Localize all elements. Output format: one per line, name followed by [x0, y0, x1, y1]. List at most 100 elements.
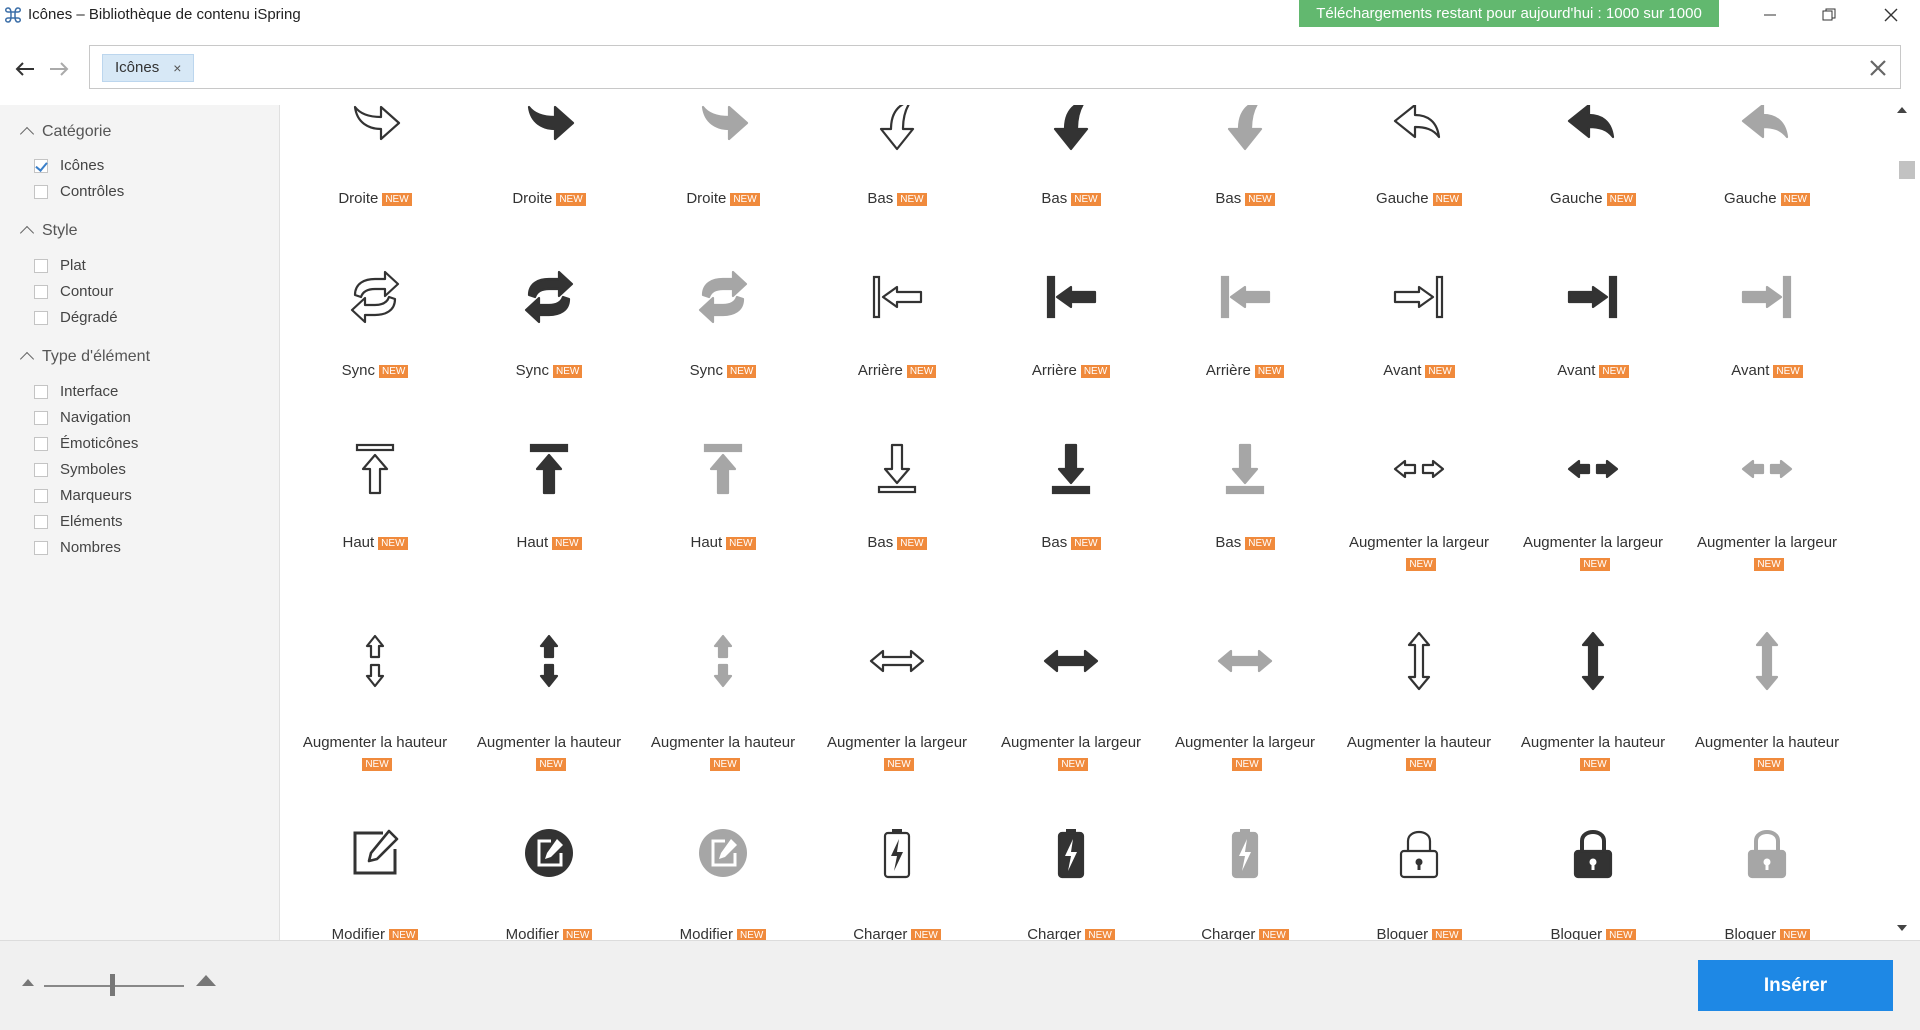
- icon-tile-sync[interactable]: Sync NEW: [462, 265, 636, 381]
- icon-tile-name: Augmenter la largeur: [1174, 734, 1316, 751]
- icon-tile-arrow-to-bar-left[interactable]: Arrière NEW: [810, 265, 984, 381]
- filter-checkbox-interface[interactable]: Interface: [34, 383, 118, 400]
- icon-tile-arrow-to-bar-right[interactable]: Avant NEW: [1506, 265, 1680, 381]
- icon-tile-battery-charge[interactable]: Charger NEW: [810, 821, 984, 940]
- icon-tile-curved-arrow-left[interactable]: Gauche NEW: [1680, 105, 1854, 209]
- filter-checkbox-controles[interactable]: Contrôles: [34, 183, 124, 200]
- restore-icon: [1822, 8, 1836, 21]
- zoom-in-icon[interactable]: [196, 975, 216, 986]
- icon-tile-double-arrow-horizontal[interactable]: Augmenter la largeur NEW: [810, 629, 984, 774]
- double-arrow-horizontal-icon: [869, 649, 925, 673]
- category-section-title: Catégorie: [42, 123, 112, 140]
- close-button[interactable]: [1862, 0, 1920, 30]
- icon-tile-arrow-to-bar-left[interactable]: Arrière NEW: [984, 265, 1158, 381]
- scroll-up-icon[interactable]: [1897, 107, 1907, 113]
- icon-tile-curved-arrow-down[interactable]: Bas NEW: [1158, 105, 1332, 209]
- scroll-down-icon[interactable]: [1897, 925, 1907, 931]
- icon-tile-arrow-up-bar[interactable]: Haut NEW: [462, 437, 636, 553]
- icon-tile-split-arrows-vertical[interactable]: Augmenter la hauteur NEW: [288, 629, 462, 774]
- filter-checkbox-elements[interactable]: Eléments: [34, 513, 123, 530]
- arrow-to-bar-right-icon: [1567, 275, 1618, 319]
- icon-tile-curved-arrow-down[interactable]: Bas NEW: [810, 105, 984, 209]
- filter-checkbox-plat[interactable]: Plat: [34, 257, 86, 274]
- icon-tile-split-arrows-horizontal[interactable]: Augmenter la largeur NEW: [1332, 437, 1506, 574]
- scroll-thumb[interactable]: [1899, 161, 1915, 179]
- filter-checkbox-marqueurs[interactable]: Marqueurs: [34, 487, 132, 504]
- icon-tile-name: Modifier: [679, 926, 733, 940]
- insert-button[interactable]: Insérer: [1698, 960, 1893, 1011]
- icon-tile-split-arrows-horizontal[interactable]: Augmenter la largeur NEW: [1506, 437, 1680, 574]
- filter-checkbox-navigation[interactable]: Navigation: [34, 409, 131, 426]
- search-bar: Icônes ×: [0, 44, 1920, 94]
- icon-tile-edit[interactable]: Modifier NEW: [636, 821, 810, 940]
- icon-tile-label: Bloquer NEW: [1339, 924, 1499, 940]
- filter-checkbox-emoticones[interactable]: Émoticônes: [34, 435, 138, 452]
- icon-tile-arrow-to-bar-right[interactable]: Avant NEW: [1680, 265, 1854, 381]
- new-badge: NEW: [727, 365, 757, 378]
- icon-tile-sync[interactable]: Sync NEW: [636, 265, 810, 381]
- icon-tile-curved-arrow-right[interactable]: Droite NEW: [462, 105, 636, 209]
- icon-tile-battery-charge[interactable]: Charger NEW: [984, 821, 1158, 940]
- restore-button[interactable]: [1800, 0, 1858, 30]
- icon-tile-arrow-down-bar[interactable]: Bas NEW: [810, 437, 984, 553]
- split-arrows-vertical-icon: [539, 634, 559, 688]
- icon-tile-double-arrow-vertical[interactable]: Augmenter la hauteur NEW: [1332, 629, 1506, 774]
- zoom-out-icon[interactable]: [22, 979, 34, 986]
- icon-tile-lock[interactable]: Bloquer NEW: [1680, 821, 1854, 940]
- icon-tile-curved-arrow-left[interactable]: Gauche NEW: [1332, 105, 1506, 209]
- icon-tile-arrow-down-bar[interactable]: Bas NEW: [984, 437, 1158, 553]
- icon-tile-split-arrows-vertical[interactable]: Augmenter la hauteur NEW: [636, 629, 810, 774]
- icon-tile-lock[interactable]: Bloquer NEW: [1332, 821, 1506, 940]
- vertical-scrollbar[interactable]: [1889, 105, 1920, 940]
- category-section-toggle[interactable]: Catégorie: [19, 123, 112, 142]
- filter-checkbox-degrade[interactable]: Dégradé: [34, 309, 118, 326]
- forward-button[interactable]: [46, 56, 72, 82]
- icon-tile-lock[interactable]: Bloquer NEW: [1506, 821, 1680, 940]
- split-arrows-horizontal-icon: [1567, 459, 1619, 479]
- minimize-button[interactable]: [1741, 0, 1799, 30]
- icon-tile-name: Bas: [1215, 534, 1242, 551]
- icon-tile-edit[interactable]: Modifier NEW: [462, 821, 636, 940]
- icon-tile-arrow-down-bar[interactable]: Bas NEW: [1158, 437, 1332, 553]
- filter-checkbox-contour[interactable]: Contour: [34, 283, 113, 300]
- icon-tile-curved-arrow-right[interactable]: Droite NEW: [288, 105, 462, 209]
- new-badge: NEW: [710, 758, 740, 771]
- filter-checkbox-nombres[interactable]: Nombres: [34, 539, 121, 556]
- icon-tile-label: Sync NEW: [295, 360, 455, 381]
- icon-tile-double-arrow-vertical[interactable]: Augmenter la hauteur NEW: [1506, 629, 1680, 774]
- edit-icon: [699, 829, 747, 877]
- filter-tag-remove-button[interactable]: ×: [173, 55, 181, 81]
- icon-tile-sync[interactable]: Sync NEW: [288, 265, 462, 381]
- icon-tile-split-arrows-horizontal[interactable]: Augmenter la largeur NEW: [1680, 437, 1854, 574]
- back-button[interactable]: [12, 56, 38, 82]
- clear-search-icon[interactable]: [1866, 56, 1890, 80]
- icon-tile-split-arrows-vertical[interactable]: Augmenter la hauteur NEW: [462, 629, 636, 774]
- icon-tile-arrow-up-bar[interactable]: Haut NEW: [288, 437, 462, 553]
- type-section-toggle[interactable]: Type d'élément: [19, 348, 150, 367]
- icon-tile-edit[interactable]: Modifier NEW: [288, 821, 462, 940]
- icon-tile-label: Augmenter la largeur NEW: [1165, 732, 1325, 774]
- icon-tile-double-arrow-vertical[interactable]: Augmenter la hauteur NEW: [1680, 629, 1854, 774]
- zoom-slider-handle[interactable]: [110, 974, 115, 996]
- icon-tile-arrow-to-bar-left[interactable]: Arrière NEW: [1158, 265, 1332, 381]
- icon-tile-double-arrow-horizontal[interactable]: Augmenter la largeur NEW: [984, 629, 1158, 774]
- icon-tile-name: Charger: [1027, 926, 1082, 940]
- filter-checkbox-symboles[interactable]: Symboles: [34, 461, 126, 478]
- new-badge: NEW: [737, 929, 767, 940]
- search-input[interactable]: Icônes ×: [89, 45, 1901, 89]
- filter-checkbox-icones[interactable]: Icônes: [34, 157, 104, 174]
- minimize-icon: [1764, 14, 1776, 16]
- icon-tile-battery-charge[interactable]: Charger NEW: [1158, 821, 1332, 940]
- icon-tile-curved-arrow-left[interactable]: Gauche NEW: [1506, 105, 1680, 209]
- filter-tag: Icônes ×: [102, 54, 195, 82]
- filter-label: Eléments: [60, 513, 123, 530]
- lock-icon: [1399, 830, 1439, 879]
- icon-tile-arrow-up-bar[interactable]: Haut NEW: [636, 437, 810, 553]
- icon-tile-double-arrow-horizontal[interactable]: Augmenter la largeur NEW: [1158, 629, 1332, 774]
- style-section-toggle[interactable]: Style: [19, 222, 78, 241]
- icon-tile-label: Haut NEW: [469, 532, 629, 553]
- battery-charge-icon: [1057, 829, 1085, 879]
- icon-tile-curved-arrow-down[interactable]: Bas NEW: [984, 105, 1158, 209]
- icon-tile-curved-arrow-right[interactable]: Droite NEW: [636, 105, 810, 209]
- icon-tile-arrow-to-bar-right[interactable]: Avant NEW: [1332, 265, 1506, 381]
